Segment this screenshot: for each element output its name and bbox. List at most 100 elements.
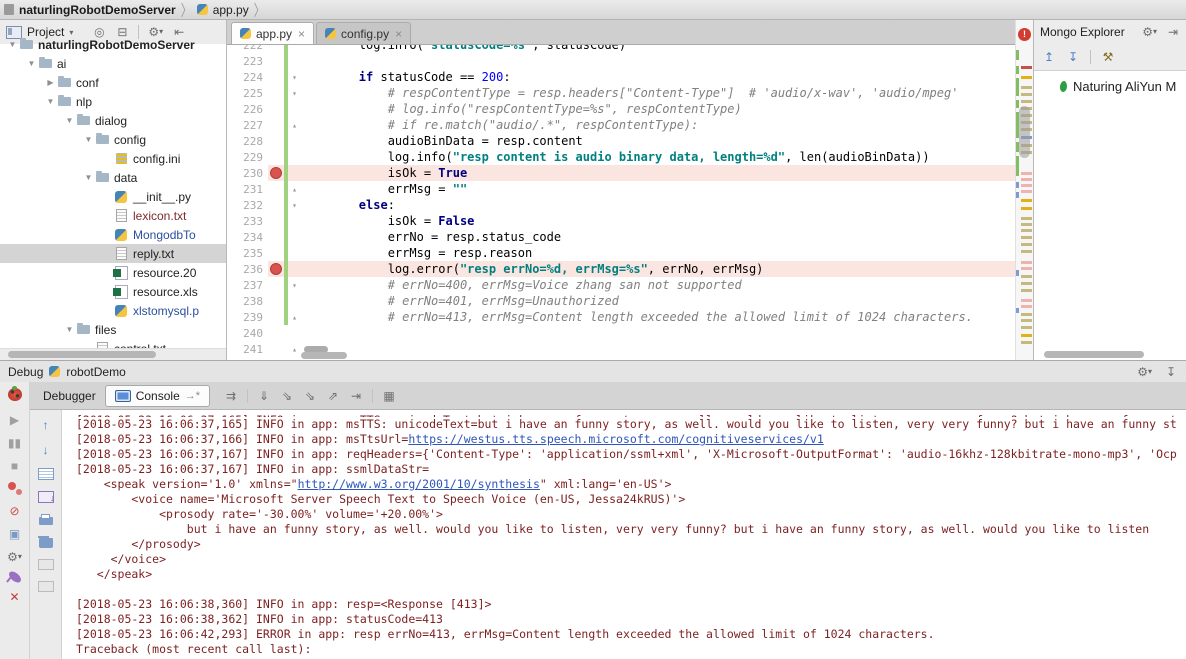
editor-scrollbar-thumb[interactable] (1019, 106, 1030, 158)
soft-wrap-icon[interactable] (37, 468, 54, 480)
settings-icon[interactable]: ⚙ ▾ (7, 550, 22, 564)
analysis-stripe-mark[interactable] (1021, 66, 1032, 69)
hide-panel-icon[interactable]: ⇥ (1166, 25, 1180, 39)
tree-item-ai[interactable]: ▼ ai (0, 54, 226, 73)
run-to-cursor-icon[interactable]: ⇥ (349, 389, 363, 403)
console-link[interactable]: http://www.w3.org/2001/10/synthesis (298, 477, 540, 491)
step-into-icon[interactable]: ⇘ (280, 389, 294, 403)
tree-item-control-txt[interactable]: control.txt (0, 339, 226, 348)
tree-item-files[interactable]: ▼ files (0, 320, 226, 339)
scrollbar-thumb[interactable] (8, 351, 156, 358)
pause-icon[interactable]: ▮▮ (8, 436, 22, 450)
tree-item-config[interactable]: ▼ config (0, 130, 226, 149)
print-icon[interactable] (38, 514, 53, 525)
analysis-stripe-mark[interactable] (1021, 261, 1032, 264)
analysis-stripe-mark[interactable] (1021, 86, 1032, 89)
resume-icon[interactable]: ▶ (8, 413, 22, 427)
line-number[interactable]: 225 (227, 87, 268, 100)
fold-marker-icon[interactable]: ▾ (288, 73, 301, 82)
step-out-icon[interactable]: ⇗ (326, 389, 340, 403)
editor-horizontal-scrollbar[interactable] (227, 350, 1015, 360)
analysis-stripe-mark[interactable] (1021, 76, 1032, 79)
analysis-stripe-mark[interactable] (1021, 229, 1032, 232)
line-number[interactable]: 229 (227, 151, 268, 164)
line-number[interactable]: 224 (227, 71, 268, 84)
analysis-stripe-mark[interactable] (1021, 250, 1032, 253)
tree-expand-icon[interactable]: ▼ (44, 97, 57, 106)
restore-layout-icon[interactable]: ▣ (8, 527, 22, 541)
tree-item-dialog[interactable]: ▼ dialog (0, 111, 226, 130)
code-editor[interactable]: 222 log.info("statusCode=%s", statusCode… (227, 45, 1015, 360)
project-tree[interactable]: ▼ naturlingRobotDemoServer ▼ ai ▶ conf ▼ nlp ▼ di… (0, 35, 226, 348)
tree-item-xlstomysql-p[interactable]: xlstomysql.p (0, 301, 226, 320)
debug-console-output[interactable]: [2018-05-23 16:06:37,165] INFO in app: m… (62, 410, 1186, 659)
view-breakpoints-icon[interactable] (7, 482, 22, 495)
editor-marker-bar[interactable]: ! (1015, 20, 1033, 360)
fold-marker-icon[interactable]: ▾ (288, 281, 301, 290)
line-number[interactable]: 230 (227, 167, 268, 180)
analysis-stripe-mark[interactable] (1021, 305, 1032, 308)
tree-item-lexicon-txt[interactable]: lexicon.txt (0, 206, 226, 225)
tree-expand-icon[interactable]: ▼ (82, 135, 95, 144)
line-number[interactable]: 235 (227, 247, 268, 260)
step-over-icon[interactable]: ⇓ (257, 389, 271, 403)
fold-marker-icon[interactable]: ▴ (288, 313, 301, 322)
tree-item-data[interactable]: ▼ data (0, 168, 226, 187)
scroll-to-end-icon[interactable] (37, 491, 55, 505)
line-number[interactable]: 228 (227, 135, 268, 148)
line-number[interactable]: 222 (227, 45, 268, 52)
analysis-stripe-mark[interactable] (1021, 313, 1032, 316)
errors-badge-icon[interactable]: ! (1018, 28, 1031, 41)
line-number[interactable]: 239 (227, 311, 268, 324)
collapse-all-icon[interactable]: ↧ (1066, 50, 1080, 64)
step-into-my-code-icon[interactable]: ⇘ (303, 389, 317, 403)
analysis-stripe-mark[interactable] (1021, 341, 1032, 344)
settings-icon[interactable]: ⚙ ▾ (1137, 365, 1152, 379)
analysis-stripe-mark[interactable] (1021, 299, 1032, 302)
analysis-stripe-mark[interactable] (1021, 282, 1032, 285)
line-number[interactable]: 234 (227, 231, 268, 244)
fold-marker-icon[interactable]: ▴ (288, 185, 301, 194)
line-number[interactable]: 233 (227, 215, 268, 228)
stop-icon[interactable]: ■ (8, 459, 22, 473)
line-number[interactable]: 240 (227, 327, 268, 340)
scrollbar-thumb[interactable] (301, 352, 347, 359)
tree-item-naturlingrobotdemoserver[interactable]: ▼ naturlingRobotDemoServer (0, 35, 226, 54)
show-console-icon[interactable] (37, 559, 54, 570)
expand-all-icon[interactable]: ↥ (1042, 50, 1056, 64)
tree-expand-icon[interactable]: ▶ (44, 78, 57, 87)
analysis-stripe-mark[interactable] (1021, 223, 1032, 226)
close-tab-icon[interactable]: × (298, 27, 305, 41)
analysis-stripe-mark[interactable] (1021, 275, 1032, 278)
analysis-stripe-mark[interactable] (1021, 243, 1032, 246)
evaluate-expression-icon[interactable]: ▦ (382, 389, 396, 403)
hide-window-icon[interactable]: ↧ (1164, 365, 1178, 379)
tree-expand-icon[interactable]: ▼ (25, 59, 38, 68)
show-execution-point-icon[interactable]: ⇉ (224, 389, 238, 403)
analysis-stripe-mark[interactable] (1021, 267, 1032, 270)
console-link[interactable]: https://westus.tts.speech.microsoft.com/… (408, 432, 823, 446)
analysis-stripe-mark[interactable] (1021, 289, 1032, 292)
analysis-stripe-mark[interactable] (1021, 178, 1032, 181)
analysis-stripe-mark[interactable] (1021, 319, 1032, 322)
fold-marker-icon[interactable]: ▾ (288, 89, 301, 98)
tree-item-conf[interactable]: ▶ conf (0, 73, 226, 92)
tree-item-resource-20[interactable]: resource.20 (0, 263, 226, 282)
analysis-stripe-mark[interactable] (1021, 217, 1032, 220)
line-number[interactable]: 232 (227, 199, 268, 212)
tree-item-mongodbto[interactable]: MongodbTo (0, 225, 226, 244)
tree-item-resource-xls[interactable]: resource.xls (0, 282, 226, 301)
down-stack-icon[interactable]: ↓ (39, 443, 53, 457)
tree-expand-icon[interactable]: ▼ (63, 116, 76, 125)
analysis-stripe-mark[interactable] (1021, 100, 1032, 103)
editor-tab-app-py[interactable]: app.py × (231, 22, 315, 44)
line-number[interactable]: 236 (227, 263, 268, 276)
wrench-settings-icon[interactable]: ⚒ (1101, 50, 1115, 64)
analysis-stripe-mark[interactable] (1021, 172, 1032, 175)
line-number[interactable]: 238 (227, 295, 268, 308)
breakpoint-icon[interactable] (268, 167, 284, 179)
clear-all-icon[interactable] (37, 536, 53, 548)
project-horizontal-scrollbar[interactable] (0, 348, 226, 360)
tree-item-nlp[interactable]: ▼ nlp (0, 92, 226, 111)
fold-marker-icon[interactable]: ▾ (288, 201, 301, 210)
